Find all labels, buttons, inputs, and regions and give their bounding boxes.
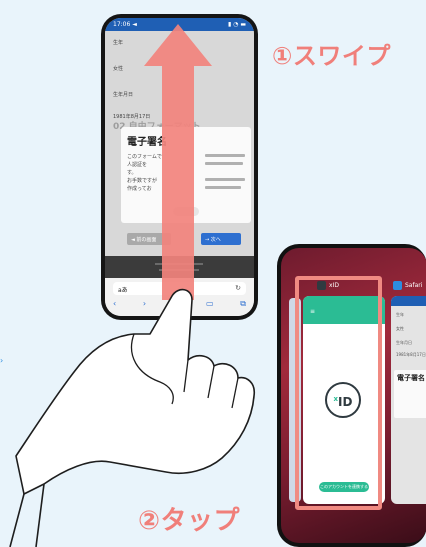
bookmarks-icon[interactable]: ▭ — [206, 299, 214, 310]
form-row: 女性 — [113, 66, 124, 72]
dialog-text-line — [205, 178, 245, 181]
safari-app-icon — [393, 281, 402, 290]
dialog-title: 電子署名 — [397, 374, 425, 382]
footer-line — [159, 269, 199, 271]
dialog-ok-button[interactable] — [173, 207, 199, 216]
browser-toolbar: aあ ↻ ‹ › ⇧ ▭ ⧉ — [105, 278, 254, 316]
form-row: 女性 — [396, 326, 404, 331]
form-row: 生年 — [113, 40, 124, 46]
hand-shape — [15, 288, 256, 495]
next-button[interactable]: → 次へ — [201, 233, 241, 245]
step1-swipe-label: ①スワイプ — [272, 42, 391, 70]
wrist-line — [35, 483, 45, 547]
back-button[interactable]: ◄ 前の画面 — [127, 233, 171, 245]
dialog-line: このフォームで — [127, 154, 162, 160]
status-time: 17:06 ◄ — [113, 21, 137, 28]
address-bar[interactable]: aあ ↻ — [113, 282, 246, 295]
dialog-text-line — [205, 186, 241, 189]
footer-line — [155, 263, 203, 265]
safari-app-card[interactable]: 生年 女性 生年月日 1981年8月17日 電子署名 — [391, 296, 426, 504]
form-row: 生年 — [396, 312, 404, 317]
phone-browser: 17:06 ◄ ▮ ◔ ▬ 生年 女性 生年月日 1981年8月17日 02 自… — [101, 14, 258, 320]
form-row: 生年月日 — [396, 340, 412, 345]
signature-dialog: 電子署名 — [394, 370, 426, 418]
dialog-text-line — [205, 154, 245, 157]
dialog-line: 作成ってお — [127, 186, 152, 192]
share-icon[interactable]: ⇧ — [173, 299, 180, 310]
hand-finger-line — [207, 365, 215, 399]
status-bar: 17:06 ◄ ▮ ◔ ▬ — [105, 18, 254, 31]
dialog-text-line — [205, 162, 243, 165]
hand-finger-line — [231, 377, 239, 409]
edge-marker-icon: › — [0, 356, 4, 365]
hand-thumb-line — [130, 333, 174, 405]
reload-icon[interactable]: ↻ — [235, 284, 241, 292]
form-row: 1981年8月17日 — [396, 352, 426, 357]
dialog-line: お手数ですが — [127, 178, 158, 184]
address-bar-text: aあ — [118, 287, 128, 294]
safari-app-label: Safari — [393, 281, 422, 290]
tabs-icon[interactable]: ⧉ — [240, 299, 246, 310]
step2-tap-label: ②タップ — [138, 506, 241, 536]
dialog-title: 電子署名 — [127, 137, 167, 148]
safari-card-status — [391, 296, 426, 306]
dialog-line: す。 — [127, 170, 137, 176]
toolbar-icons: ‹ › ⇧ ▭ ⧉ — [113, 299, 246, 310]
tap-highlight-frame — [295, 276, 382, 510]
back-icon[interactable]: ‹ — [113, 299, 116, 310]
signature-dialog: 電子署名 このフォームで 人認証を す。 お手数ですが 作成ってお — [121, 127, 251, 223]
hand-finger-line — [183, 359, 189, 393]
forward-icon[interactable]: › — [143, 299, 146, 310]
browser-screen: 17:06 ◄ ▮ ◔ ▬ 生年 女性 生年月日 1981年8月17日 02 自… — [105, 18, 254, 316]
status-icons: ▮ ◔ ▬ — [227, 21, 246, 28]
form-content: 生年 女性 生年月日 1981年8月17日 02 自由フォーマット 電子署名 こ… — [105, 31, 254, 256]
form-row: 生年月日 — [113, 92, 134, 98]
wrist-line — [9, 493, 25, 547]
dialog-line: 人認証を — [127, 162, 148, 168]
